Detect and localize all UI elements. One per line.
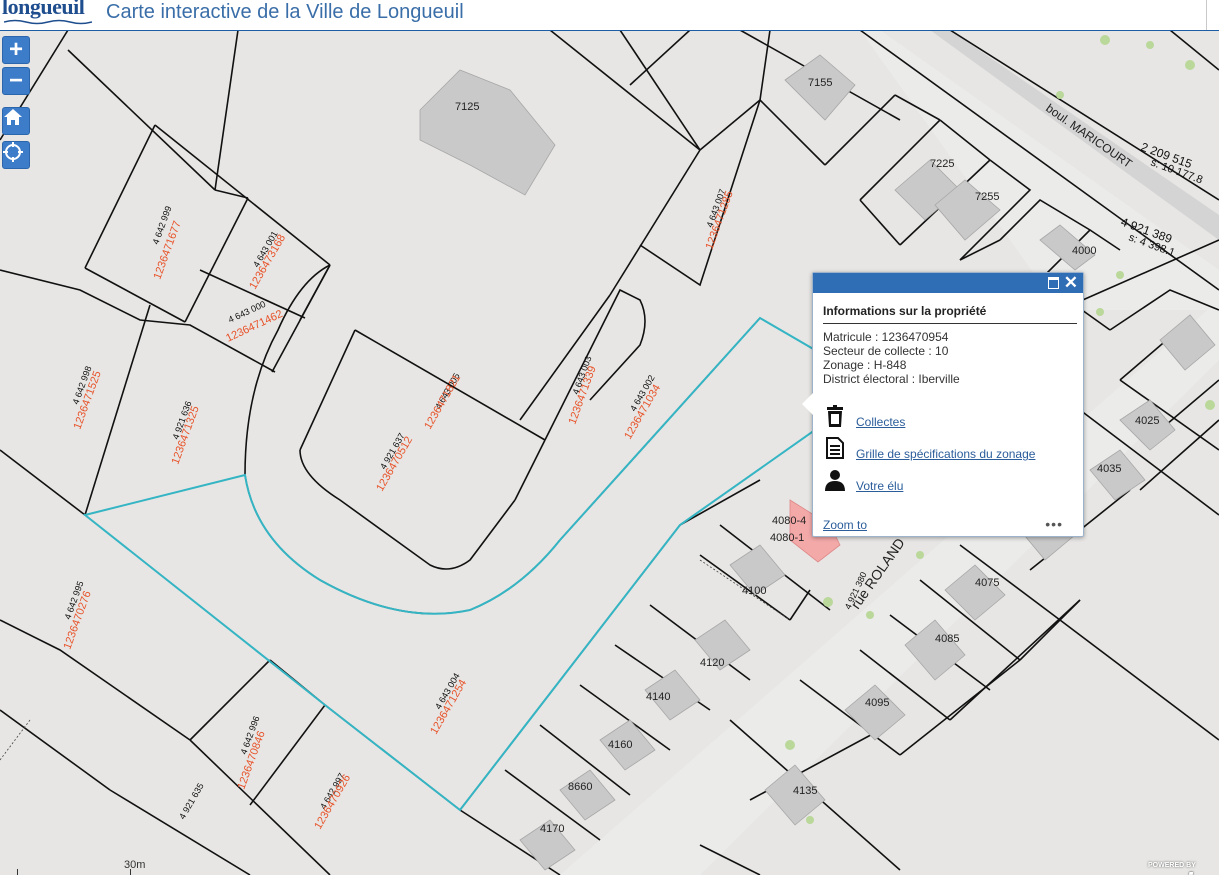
esri-attribution[interactable]: POWERED BY esri — [1146, 862, 1208, 875]
civic-number: 8660 — [568, 781, 592, 793]
locate-icon — [3, 142, 23, 162]
app-header: longueuil Carte interactive de la Ville … — [0, 0, 1219, 31]
more-actions-button[interactable]: ••• — [1045, 516, 1063, 532]
civic-number: 7155 — [808, 77, 832, 89]
civic-number: 4025 — [1135, 415, 1159, 427]
scale-bar — [17, 869, 131, 875]
map-application: longueuil Carte interactive de la Ville … — [0, 0, 1219, 875]
document-icon — [826, 437, 844, 459]
votre-elu-link[interactable]: Votre élu — [856, 479, 903, 493]
civic-number: 4140 — [646, 691, 670, 703]
civic-number: 7255 — [975, 191, 999, 203]
attr-zonage: Zonage : H-848 — [823, 358, 907, 372]
civic-number: 4135 — [793, 785, 817, 797]
popup-titlebar: ✕ — [813, 273, 1083, 293]
property-info-popup: ✕ Informations sur la propriété Matricul… — [802, 272, 1084, 537]
page-title: Carte interactive de la Ville de Longueu… — [106, 1, 464, 23]
header-scroll-edge — [1206, 0, 1219, 30]
locate-button[interactable] — [2, 141, 30, 169]
logo-wave-icon — [4, 19, 92, 25]
civic-number: 4080-1 — [770, 532, 804, 544]
civic-number: 4170 — [540, 823, 564, 835]
civic-number: 4080-4 — [772, 515, 806, 527]
popup-divider — [823, 323, 1077, 324]
civic-number: 4100 — [742, 585, 766, 597]
civic-number: 4075 — [975, 577, 999, 589]
attr-matricule: Matricule : 1236470954 — [823, 330, 949, 344]
esri-logo: esri — [1146, 867, 1193, 875]
person-icon — [825, 470, 845, 491]
lot-label: 4 921 635 — [177, 781, 206, 821]
home-icon — [4, 109, 22, 125]
civic-number: 4095 — [865, 697, 889, 709]
civic-number: 4160 — [608, 739, 632, 751]
zonage-grid-link[interactable]: Grille de spécifications du zonage — [856, 447, 1035, 461]
scale-label: 30m — [124, 859, 146, 871]
zoom-out-button[interactable]: − — [2, 67, 30, 95]
attr-district-electoral: District électoral : Iberville — [823, 372, 960, 386]
civic-number: 4035 — [1097, 463, 1121, 475]
zoom-in-button[interactable]: + — [2, 36, 30, 64]
civic-number: 7225 — [930, 158, 954, 170]
zoom-to-link[interactable]: Zoom to — [823, 518, 867, 532]
collectes-link[interactable]: Collectes — [856, 415, 905, 429]
easement-lines — [0, 559, 791, 761]
civic-number: 4085 — [935, 633, 959, 645]
attr-secteur-collecte: Secteur de collecte : 10 — [823, 344, 949, 358]
home-button[interactable] — [2, 107, 30, 135]
civic-number: 4120 — [700, 657, 724, 669]
maximize-icon[interactable] — [1048, 277, 1059, 289]
civic-number: 4000 — [1072, 245, 1096, 257]
close-icon[interactable]: ✕ — [1064, 273, 1078, 293]
popup-pointer — [802, 393, 813, 415]
popup-title: Informations sur la propriété — [823, 304, 987, 318]
city-logo[interactable]: longueuil — [2, 0, 85, 20]
civic-number: 7125 — [455, 101, 479, 113]
trash-bin-icon — [827, 405, 843, 427]
